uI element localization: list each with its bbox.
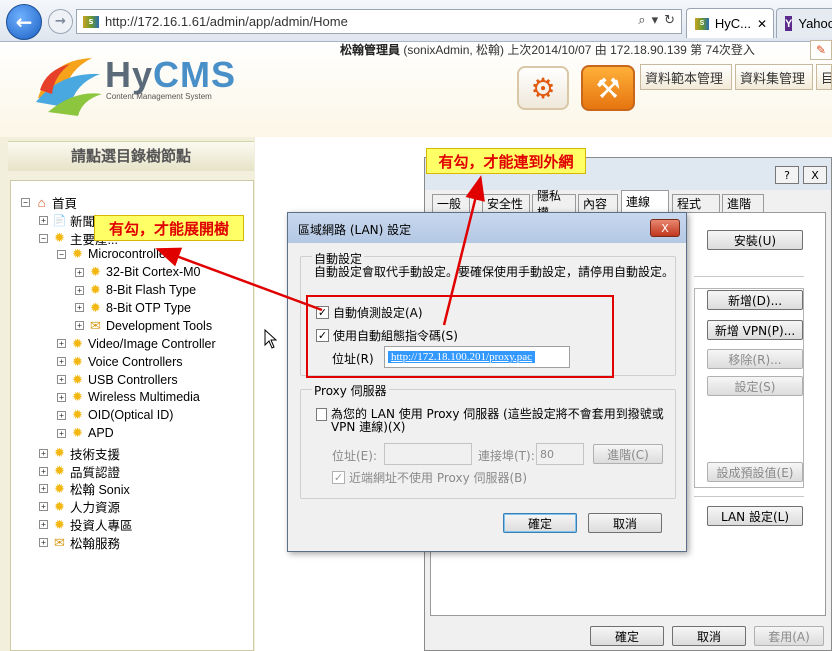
annotation-arrows [155, 175, 485, 326]
mouse-cursor-icon [264, 329, 278, 349]
arrow-to-tree [155, 247, 323, 312]
arrow-to-network [442, 175, 485, 326]
